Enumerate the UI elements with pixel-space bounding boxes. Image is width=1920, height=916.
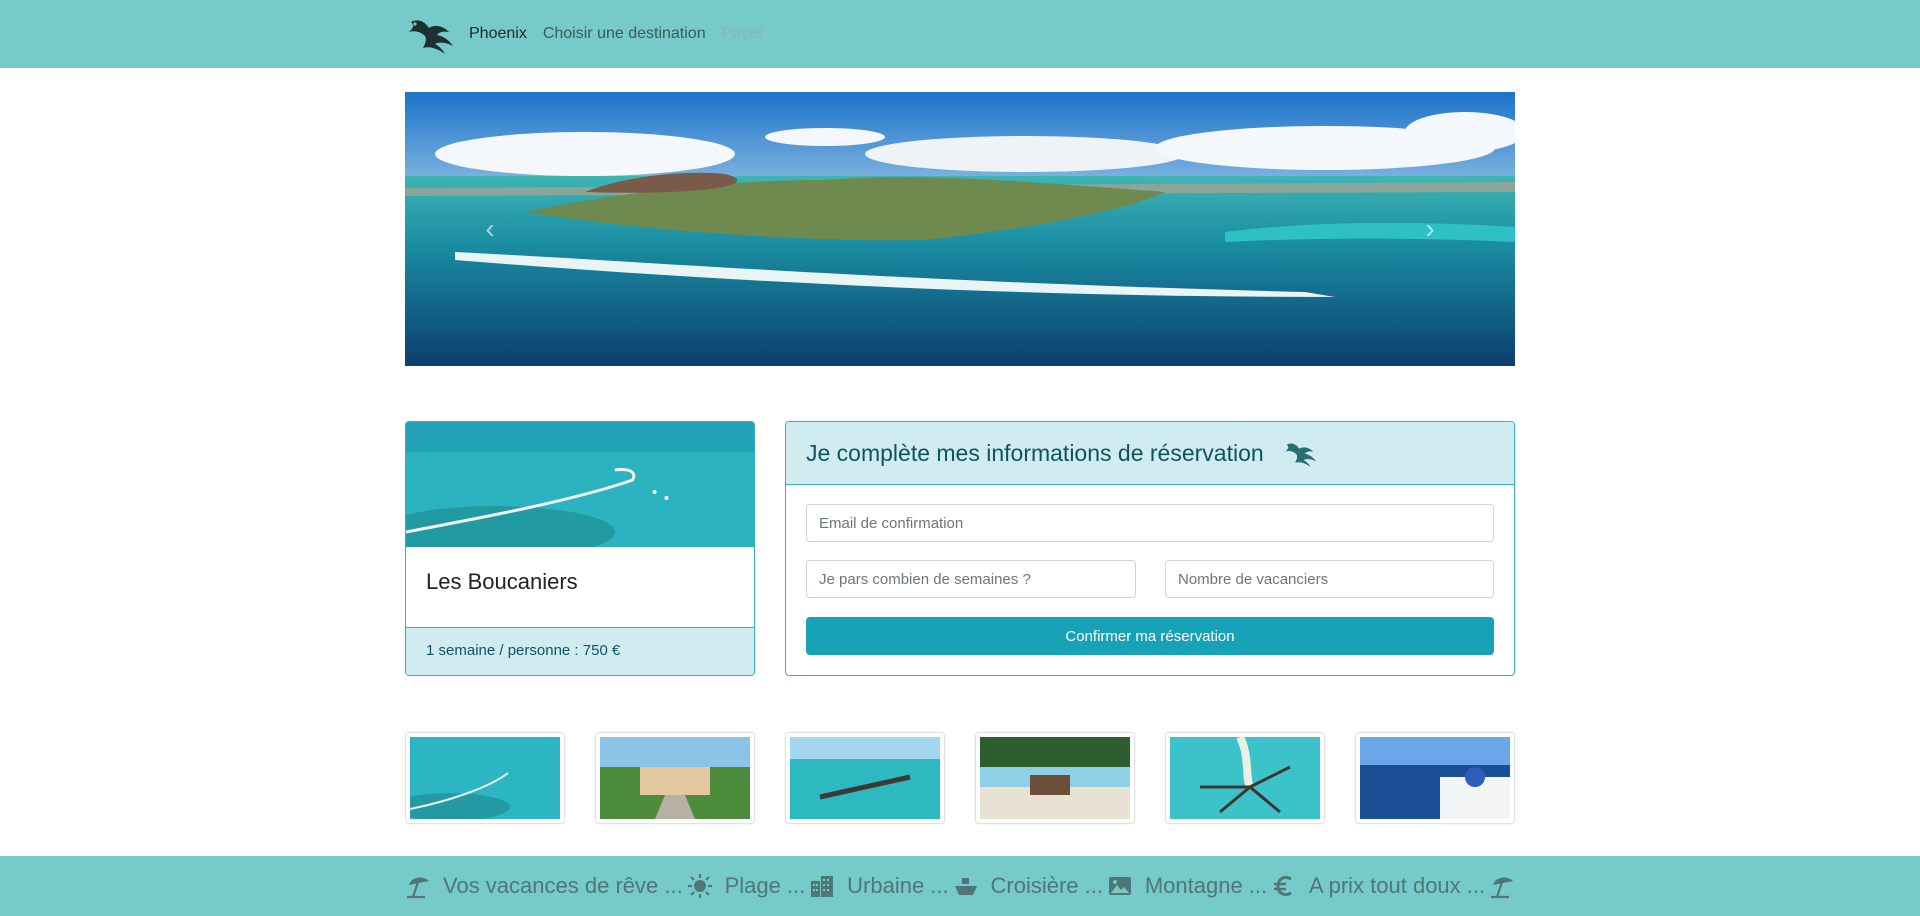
thumbnail-atoll-villas[interactable] (1165, 732, 1325, 824)
footer-label-dream: Vos vacances de rêve ... (443, 873, 683, 898)
footer-item-plage[interactable]: Plage ... (687, 873, 806, 899)
lagoon-thumb (410, 737, 560, 819)
footer-label-urbaine: Urbaine ... (847, 873, 949, 898)
sun-icon (687, 874, 712, 898)
footer-item-end (1489, 873, 1515, 899)
navbar: Phoenix Choisir une destination Payer (0, 0, 1920, 68)
nav-link-payer[interactable]: Payer (722, 25, 764, 43)
footer-item-montagne[interactable]: Montagne ... (1107, 873, 1267, 899)
chevron-left-icon: ‹ (485, 213, 495, 244)
footer-label-prix: A prix tout doux ... (1309, 873, 1486, 898)
thumbnail-lagoon[interactable] (405, 732, 565, 824)
footer-label-montagne: Montagne ... (1144, 873, 1268, 898)
hero-carousel: ‹ › (405, 92, 1515, 366)
chevron-right-icon: › (1425, 213, 1435, 244)
nav-inner: Phoenix Choisir une destination Payer (405, 0, 779, 68)
phoenix-logo-icon (1284, 443, 1316, 467)
form-title: Je complète mes informations de réservat… (806, 439, 1264, 466)
form-header: Je complète mes informations de réservat… (786, 422, 1514, 485)
nav-brand-link[interactable]: Phoenix (469, 25, 527, 43)
footer-item-prix[interactable]: A prix tout doux ... (1271, 873, 1485, 899)
thumbnail-bungalows[interactable] (595, 732, 755, 824)
confirm-reservation-button[interactable]: Confirmer ma réservation (806, 617, 1494, 655)
weeks-field[interactable] (806, 560, 1136, 598)
footer-label-plage: Plage ... (724, 873, 806, 898)
umbrella-beach-icon (1490, 877, 1513, 899)
santorini-thumb (1360, 737, 1510, 819)
reservation-form-card: Je complète mes informations de réservat… (785, 421, 1515, 676)
hero-island-image (405, 92, 1515, 366)
destination-price: 1 semaine / personne : 750 € (406, 627, 754, 675)
email-field[interactable] (806, 504, 1494, 542)
people-field[interactable] (1165, 560, 1494, 598)
carousel-prev-button[interactable]: ‹ (430, 92, 550, 366)
carousel-next-button[interactable]: › (1370, 92, 1490, 366)
footer-item-dream[interactable]: Vos vacances de rêve ... (405, 873, 683, 899)
image-icon (1108, 877, 1131, 895)
thumbnail-gallery (405, 732, 1515, 824)
atoll-villas-thumb (1170, 737, 1320, 819)
destination-title: Les Boucaniers (426, 569, 578, 594)
beach-cabana-thumb (980, 737, 1130, 819)
overwater-villas-thumb (790, 737, 940, 819)
nav-link-destination[interactable]: Choisir une destination (543, 25, 706, 43)
footer-item-croisiere[interactable]: Croisière ... (953, 873, 1103, 899)
footer-label-croisiere: Croisière ... (990, 873, 1103, 898)
city-icon (811, 876, 834, 897)
euro-icon (1274, 875, 1292, 897)
thumbnail-beach-cabana[interactable] (975, 732, 1135, 824)
thumbnail-overwater-villas[interactable] (785, 732, 945, 824)
phoenix-logo-icon[interactable] (405, 14, 455, 54)
thumbnail-santorini[interactable] (1355, 732, 1515, 824)
footer-item-urbaine[interactable]: Urbaine ... (809, 873, 949, 899)
destination-card-image (406, 422, 754, 547)
footer-inner: Vos vacances de rêve ... Plage ... Urbai… (405, 856, 1515, 916)
bungalows-thumb (600, 737, 750, 819)
destination-card[interactable]: Les Boucaniers 1 semaine / personne : 75… (405, 421, 755, 676)
ship-icon (954, 878, 977, 895)
footer: Vos vacances de rêve ... Plage ... Urbai… (0, 856, 1920, 916)
umbrella-beach-icon (407, 877, 429, 899)
